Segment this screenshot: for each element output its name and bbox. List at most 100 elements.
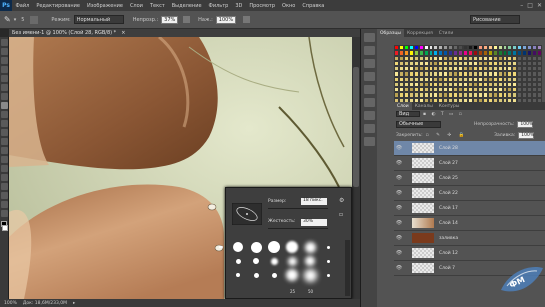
layer-row[interactable]: 👁 Слой 22 xyxy=(394,186,545,201)
lasso-tool-icon[interactable] xyxy=(1,57,8,64)
gradient-tool-icon[interactable] xyxy=(1,138,8,145)
menu-select[interactable]: Выделение xyxy=(168,3,205,9)
brush-preset[interactable] xyxy=(229,240,247,254)
close-icon[interactable]: ✕ xyxy=(537,2,542,9)
tab-paths[interactable]: Контуры xyxy=(436,102,463,110)
tab-adjustments[interactable]: Коррекция xyxy=(404,29,436,37)
airbrush-icon[interactable] xyxy=(242,16,250,23)
gear-icon[interactable]: ⚙ xyxy=(339,197,344,204)
document-tab[interactable]: Без имени-1 @ 100% (Слой 28, RGB/8) * × xyxy=(9,29,365,37)
menu-edit[interactable]: Редактирование xyxy=(33,3,84,9)
brush-preset[interactable] xyxy=(283,254,301,268)
mode-select[interactable]: Нормальный xyxy=(73,15,124,24)
minimize-icon[interactable]: – xyxy=(520,2,523,9)
pressure-field[interactable]: 100% xyxy=(215,15,236,24)
layer-row[interactable]: 👁 Слой 25 xyxy=(394,171,545,186)
brush-presets-icon[interactable] xyxy=(363,72,375,81)
path-select-tool-icon[interactable] xyxy=(1,183,8,190)
brush-size-value[interactable]: 5 xyxy=(21,17,24,23)
layer-row[interactable]: 👁 Слой 27 xyxy=(394,156,545,171)
type-tool-icon[interactable] xyxy=(1,174,8,181)
layer-opacity-field[interactable]: 100% xyxy=(517,120,534,128)
menu-layers[interactable]: Слои xyxy=(126,3,146,9)
eye-icon[interactable]: 👁 xyxy=(394,145,404,151)
chevron-down-icon[interactable]: ▾ xyxy=(14,17,17,23)
kind-filter-select[interactable]: Вид xyxy=(396,111,420,117)
scroll-thumb[interactable] xyxy=(353,67,359,187)
picker-scrollbar[interactable] xyxy=(345,240,350,296)
menu-window[interactable]: Окно xyxy=(279,3,299,9)
properties-panel-icon[interactable] xyxy=(363,124,375,133)
zoom-tool-icon[interactable] xyxy=(1,210,8,217)
tab-layers[interactable]: Слои xyxy=(394,102,412,110)
layer-row[interactable]: 👁 Слой 14 xyxy=(394,216,545,231)
dodge-tool-icon[interactable] xyxy=(1,156,8,163)
size-field[interactable]: 18 пикс. xyxy=(301,198,327,205)
tab-styles[interactable]: Стили xyxy=(436,29,457,37)
pressure-opacity-icon[interactable] xyxy=(183,16,191,23)
actions-panel-icon[interactable] xyxy=(363,46,375,55)
eyedropper-tool-icon[interactable] xyxy=(1,84,8,91)
opacity-field[interactable]: 37% xyxy=(161,15,179,24)
brush-tool-icon[interactable]: ✎ xyxy=(4,15,11,24)
filter-icons[interactable]: ▪ ◐ T ▭ ▫ xyxy=(423,112,464,117)
chevron-right-icon[interactable]: ▸ xyxy=(73,301,75,306)
brush-preset[interactable] xyxy=(283,268,301,282)
shape-tool-icon[interactable] xyxy=(1,192,8,199)
info-panel-icon[interactable] xyxy=(363,137,375,146)
eye-icon[interactable]: 👁 xyxy=(394,250,404,256)
brush-angle-preview[interactable] xyxy=(232,203,262,225)
menu-help[interactable]: Справка xyxy=(299,3,328,9)
maximize-icon[interactable]: □ xyxy=(527,2,533,9)
tab-swatches[interactable]: Образцы xyxy=(377,29,404,37)
swatch-grid[interactable] xyxy=(394,45,542,108)
new-preset-icon[interactable]: ▫ xyxy=(339,211,343,218)
brush-preset[interactable] xyxy=(301,268,319,282)
brush-tool-icon[interactable] xyxy=(1,102,8,109)
brush-preset[interactable] xyxy=(247,240,265,254)
brush-panel-icon[interactable] xyxy=(30,15,39,24)
layer-row[interactable]: 👁 Слой 17 xyxy=(394,201,545,216)
brush-preset[interactable] xyxy=(247,254,265,268)
eye-icon[interactable]: 👁 xyxy=(394,190,404,196)
canvas-scrollbar[interactable] xyxy=(352,37,360,299)
menu-filter[interactable]: Фильтр xyxy=(205,3,232,9)
menu-view[interactable]: Просмотр xyxy=(246,3,279,9)
eye-icon[interactable]: 👁 xyxy=(394,235,404,241)
brush-panel-icon[interactable] xyxy=(363,59,375,68)
move-tool-icon[interactable] xyxy=(1,39,8,46)
hardness-field[interactable]: 30% xyxy=(301,219,327,226)
paragraph-panel-icon[interactable] xyxy=(363,111,375,120)
layer-row[interactable]: 👁 Слой 12 xyxy=(394,246,545,261)
brush-preset[interactable] xyxy=(229,268,247,282)
brush-preset[interactable] xyxy=(265,240,283,254)
layer-row[interactable]: 👁 заливка xyxy=(394,231,545,246)
blend-mode-select[interactable]: Обычные xyxy=(396,120,441,128)
brush-preset[interactable] xyxy=(265,254,283,268)
brush-preset[interactable] xyxy=(301,254,319,268)
brush-preset[interactable] xyxy=(319,240,337,254)
eye-icon[interactable]: 👁 xyxy=(394,220,404,226)
close-tab-icon[interactable]: × xyxy=(121,30,125,36)
stamp-tool-icon[interactable] xyxy=(1,111,8,118)
brush-preset[interactable] xyxy=(319,254,337,268)
menu-image[interactable]: Изображение xyxy=(83,3,126,9)
quick-select-tool-icon[interactable] xyxy=(1,66,8,73)
blur-tool-icon[interactable] xyxy=(1,147,8,154)
marquee-tool-icon[interactable] xyxy=(1,48,8,55)
brush-preset[interactable] xyxy=(247,268,265,282)
brush-preset[interactable] xyxy=(265,268,283,282)
layer-row[interactable]: 👁 Слой 28 xyxy=(394,141,545,156)
history-panel-icon[interactable] xyxy=(363,33,375,42)
brush-preset[interactable] xyxy=(283,240,301,254)
character-panel-icon[interactable] xyxy=(363,98,375,107)
history-brush-tool-icon[interactable] xyxy=(1,120,8,127)
eraser-tool-icon[interactable] xyxy=(1,129,8,136)
crop-tool-icon[interactable] xyxy=(1,75,8,82)
lock-icons[interactable]: ▫ ✎ ✣ 🔒 xyxy=(426,133,468,138)
healing-tool-icon[interactable] xyxy=(1,93,8,100)
hand-tool-icon[interactable] xyxy=(1,201,8,208)
size-slider[interactable] xyxy=(268,208,328,209)
brush-preset[interactable] xyxy=(301,240,319,254)
brush-preset[interactable] xyxy=(229,254,247,268)
